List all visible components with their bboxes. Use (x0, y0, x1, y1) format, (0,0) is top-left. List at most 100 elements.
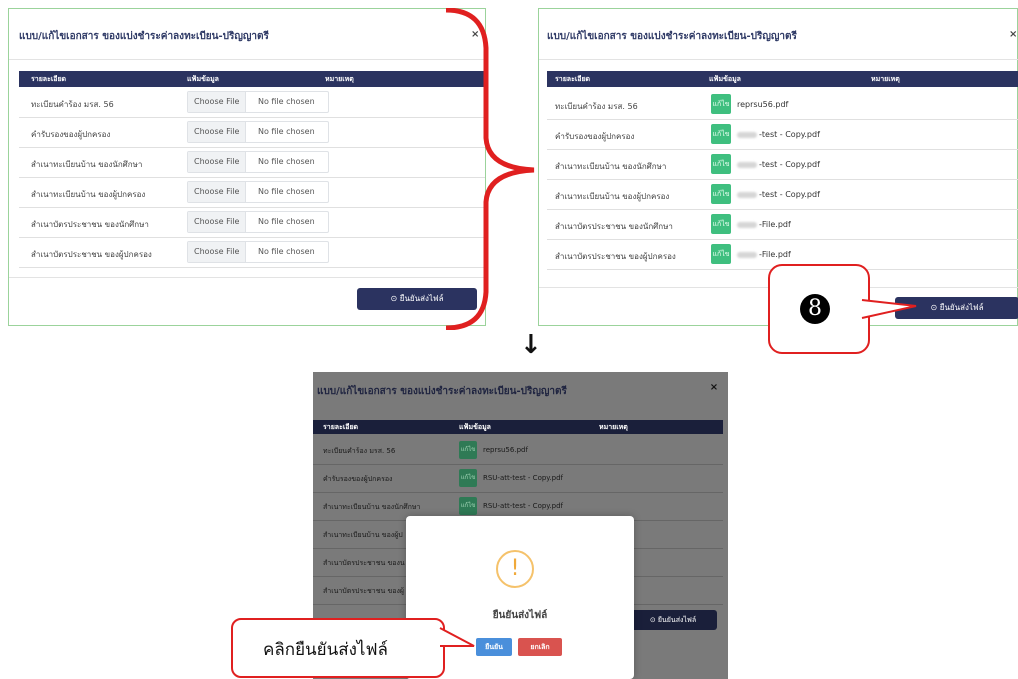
no-file-text: No file chosen (258, 127, 315, 136)
file-name-text: -test - Copy.pdf (759, 160, 820, 169)
file-name-text: -test - Copy.pdf (759, 130, 820, 139)
table-row: สำเนาบัตรประชาชน ของนักศึกษา Choose File N… (19, 207, 485, 238)
modal-title: แบบ/แก้ไขเอกสาร ของแบ่งชำระค่าลงทะเบียน-… (547, 31, 797, 42)
no-file-text: No file chosen (258, 157, 315, 166)
pointer-icon (439, 627, 475, 647)
row-label: สำเนาทะเบียนบ้าน ของผู้ปกครอง (555, 192, 670, 201)
row-label: สำเนาทะเบียนบ้าน ของผู้ปกครอง (31, 190, 146, 199)
file-name: RSU-att-test - Copy.pdf (483, 502, 564, 510)
table-row: สำเนาทะเบียนบ้าน ของผู้ปกครอง Choose File… (19, 177, 485, 208)
header-detail: รายละเอียด (323, 423, 359, 431)
file-name: reprsu56.pdf (737, 100, 788, 109)
choose-file-button[interactable]: Choose File (188, 242, 247, 262)
file-input[interactable]: Choose File No file chosen (187, 181, 329, 203)
row-label: สำเนาบัตรประชาชน ของผู้ปกครอง (555, 252, 676, 261)
modal-title: แบบ/แก้ไขเอกสาร ของแบ่งชำระค่าลงทะเบียน-… (317, 386, 567, 397)
edit-button[interactable]: แก้ไข (711, 184, 731, 204)
edit-button[interactable]: แก้ไข (459, 441, 477, 459)
edit-button[interactable]: แก้ไข (711, 214, 731, 234)
edit-button[interactable]: แก้ไข (711, 154, 731, 174)
header-detail: รายละเอียด (31, 75, 67, 83)
file-name: -test - Copy.pdf (737, 130, 820, 139)
close-icon[interactable]: × (703, 378, 725, 398)
file-input[interactable]: Choose File No file chosen (187, 91, 329, 113)
step-number: 8 (800, 294, 830, 324)
edit-button[interactable]: แก้ไข (711, 124, 731, 144)
redacted-text (737, 131, 757, 138)
edit-button[interactable]: แก้ไข (459, 469, 477, 487)
edit-button[interactable]: แก้ไข (711, 94, 731, 114)
table-row: คำรับรองของผู้ปกครอง แก้ไข RSU-att-test - … (313, 464, 723, 493)
file-input[interactable]: Choose File No file chosen (187, 241, 329, 263)
modal-title: แบบ/แก้ไขเอกสาร ของแบ่งชำระค่าลงทะเบียน-… (19, 31, 269, 42)
redacted-text (737, 191, 757, 198)
redacted-text (737, 251, 757, 258)
row-label: สำเนาบัตรประชาชน ของน (323, 559, 405, 567)
table-row: ทะเบียนคำร้อง มรส. 56 Choose File No file … (19, 87, 485, 118)
table-row: สำเนาทะเบียนบ้าน ของนักศึกษา แก้ไข -test -… (547, 149, 1018, 180)
row-label: สำเนาทะเบียนบ้าน ของนักศึกษา (323, 503, 421, 511)
choose-file-button[interactable]: Choose File (188, 92, 247, 112)
table-row: คำรับรองของผู้ปกครอง แก้ไข -test - Copy.pd… (547, 119, 1018, 150)
header-note: หมายเหตุ (325, 75, 354, 83)
arrow-down-icon: ↓ (520, 330, 542, 360)
close-icon[interactable]: × (1009, 29, 1017, 40)
table-row: สำเนาบัตรประชาชน ของผู้ปกครอง Choose File… (19, 237, 485, 268)
row-label: สำเนาทะเบียนบ้าน ของนักศึกษา (555, 162, 667, 171)
row-label: คำรับรองของผู้ปกครอง (323, 475, 393, 483)
instruction-callout: คลิกยืนยันส่งไฟล์ (231, 618, 445, 678)
brace-icon (445, 8, 535, 330)
divider (539, 59, 1018, 60)
header-file: แฟ้มข้อมูล (459, 423, 491, 431)
warning-icon: ! (496, 550, 534, 588)
file-name: RSU-att-test - Copy.pdf (483, 474, 564, 482)
file-name-text: -File.pdf (759, 220, 791, 229)
header-note: หมายเหตุ (871, 75, 900, 83)
row-label: สำเนาบัตรประชาชน ของนักศึกษา (31, 220, 149, 229)
modal-empty: แบบ/แก้ไขเอกสาร ของแบ่งชำระค่าลงทะเบียน-… (8, 8, 487, 326)
divider (9, 59, 487, 60)
choose-file-button[interactable]: Choose File (188, 182, 247, 202)
table-header: รายละเอียด แฟ้มข้อมูล หมายเหตุ (547, 71, 1018, 87)
table-row: สำเนาบัตรประชาชน ของนักศึกษา แก้ไข -File.p… (547, 209, 1018, 240)
row-label: ทะเบียนคำร้อง มรส. 56 (323, 447, 396, 455)
redacted-text (737, 221, 757, 228)
choose-file-button[interactable]: Choose File (188, 152, 247, 172)
cancel-button[interactable]: ยกเลิก (518, 638, 562, 656)
row-label: สำเนาบัตรประชาชน ของผู้ปกครอง (31, 250, 152, 259)
row-label: สำเนาบัตรประชาชน ของนักศึกษา (555, 222, 673, 231)
row-label: ทะเบียนคำร้อง มรส. 56 (31, 100, 114, 109)
table-row: คำรับรองของผู้ปกครอง Choose File No file c… (19, 117, 485, 148)
choose-file-button[interactable]: Choose File (188, 212, 247, 232)
file-name: -File.pdf (737, 220, 791, 229)
divider (9, 277, 487, 278)
header-file: แฟ้มข้อมูล (709, 75, 741, 83)
no-file-text: No file chosen (258, 217, 315, 226)
file-input[interactable]: Choose File No file chosen (187, 211, 329, 233)
file-name-text: -test - Copy.pdf (759, 190, 820, 199)
choose-file-button[interactable]: Choose File (188, 122, 247, 142)
table-row: ทะเบียนคำร้อง มรส. 56 แก้ไข reprsu56.pdf (547, 89, 1018, 120)
file-input[interactable]: Choose File No file chosen (187, 121, 329, 143)
file-name: -test - Copy.pdf (737, 190, 820, 199)
submit-button[interactable]: ⊙ ยืนยันส่งไฟล์ (629, 610, 717, 630)
file-name: -test - Copy.pdf (737, 160, 820, 169)
table-row: สำเนาทะเบียนบ้าน ของนักศึกษา Choose File N… (19, 147, 485, 178)
table-row: สำเนาทะเบียนบ้าน ของผู้ปกครอง แก้ไข -test … (547, 179, 1018, 210)
no-file-text: No file chosen (258, 247, 315, 256)
header-detail: รายละเอียด (555, 75, 591, 83)
redacted-text (737, 161, 757, 168)
file-name-text: reprsu56.pdf (737, 100, 789, 109)
row-label: คำรับรองของผู้ปกครอง (31, 130, 111, 139)
instruction-text: คลิกยืนยันส่งไฟล์ (263, 640, 388, 660)
file-name-text: -File.pdf (759, 250, 791, 259)
file-name: -File.pdf (737, 250, 791, 259)
row-label: สำเนาทะเบียนบ้าน ของผู้ป (323, 531, 403, 539)
table-header: รายละเอียด แฟ้มข้อมูล หมายเหตุ (19, 71, 485, 87)
header-file: แฟ้มข้อมูล (187, 75, 219, 83)
row-label: สำเนาทะเบียนบ้าน ของนักศึกษา (31, 160, 143, 169)
file-input[interactable]: Choose File No file chosen (187, 151, 329, 173)
edit-button[interactable]: แก้ไข (459, 497, 477, 515)
confirm-button[interactable]: ยืนยัน (476, 638, 512, 656)
edit-button[interactable]: แก้ไข (711, 244, 731, 264)
